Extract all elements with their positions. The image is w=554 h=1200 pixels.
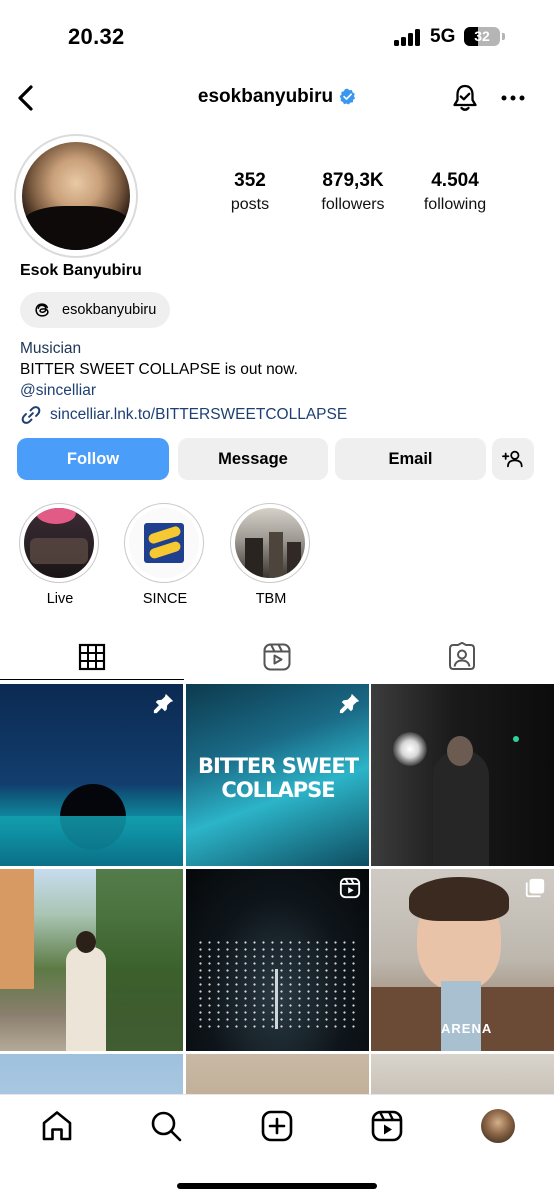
pin-icon xyxy=(153,693,174,714)
add-person-icon xyxy=(502,450,523,468)
post-tile-6-text: ARENA xyxy=(441,1021,493,1036)
following-count: 4.504 xyxy=(431,170,479,191)
profile-header: esokbanyubiru xyxy=(0,72,554,124)
highlight-tbm[interactable]: TBM xyxy=(230,503,312,607)
highlight-label: Live xyxy=(46,591,74,607)
link-icon xyxy=(21,406,41,424)
highlight-tbm-cover xyxy=(235,508,305,578)
nav-home[interactable] xyxy=(40,1109,74,1143)
post-tile-1[interactable] xyxy=(0,684,183,866)
pin-icon xyxy=(339,693,360,714)
home-indicator xyxy=(177,1183,377,1189)
grid-icon xyxy=(78,643,106,671)
network-type: 5G xyxy=(430,26,456,47)
bio-mention-link[interactable]: @sincelliar xyxy=(20,380,298,401)
tab-tagged[interactable] xyxy=(370,634,554,680)
highlight-live-cover xyxy=(24,508,94,578)
header-username: esokbanyubiru xyxy=(197,86,334,107)
post-tile-3[interactable] xyxy=(371,684,554,866)
nav-search[interactable] xyxy=(149,1109,183,1143)
posts-label: posts xyxy=(230,196,270,213)
bio-text: BITTER SWEET COLLAPSE is out now. xyxy=(20,361,298,378)
bio-link-text: sincelliar.lnk.to/BITTERSWEETCOLLAPSE xyxy=(50,406,348,423)
tab-posts-grid[interactable] xyxy=(0,634,184,680)
highlight-live[interactable]: Live xyxy=(19,503,101,607)
message-button[interactable]: Message xyxy=(178,438,328,480)
profile-bio: Musician BITTER SWEET COLLAPSE is out no… xyxy=(20,338,298,401)
status-bar: 20.32 5G 32 xyxy=(0,0,554,72)
status-time: 20.32 xyxy=(68,24,125,49)
display-name: Esok Banyubiru xyxy=(20,262,142,279)
notification-bell-icon xyxy=(453,84,477,111)
follow-button[interactable]: Follow xyxy=(17,438,169,480)
reels-icon xyxy=(263,643,291,671)
active-tab-indicator xyxy=(0,678,184,680)
search-icon xyxy=(151,1111,182,1142)
nav-profile-avatar[interactable] xyxy=(481,1109,515,1143)
reels-icon xyxy=(371,1110,403,1142)
profile-category: Musician xyxy=(20,340,82,357)
posts-grid: BITTER SWEET COLLAPSE ARENA xyxy=(0,684,554,1094)
posts-stat[interactable]: 352 posts xyxy=(190,170,310,214)
threads-handle: esokbanyubiru xyxy=(62,302,157,318)
highlight-label: SINCE xyxy=(142,591,188,607)
threads-link-chip[interactable]: esokbanyubiru xyxy=(20,292,171,328)
tagged-icon xyxy=(449,642,475,670)
following-label: following xyxy=(423,196,487,213)
post-tile-2[interactable]: BITTER SWEET COLLAPSE xyxy=(186,684,369,866)
notifications-button[interactable] xyxy=(449,82,481,114)
tab-reels[interactable] xyxy=(185,634,369,680)
posts-count: 352 xyxy=(234,170,266,191)
profile-photo xyxy=(22,142,130,250)
highlight-since[interactable]: SINCE xyxy=(124,503,206,607)
post-tile-7[interactable] xyxy=(0,1054,183,1094)
profile-tabs xyxy=(0,634,554,680)
threads-icon xyxy=(35,303,49,317)
nav-reels[interactable] xyxy=(370,1109,404,1143)
bio-external-link[interactable]: sincelliar.lnk.to/BITTERSWEETCOLLAPSE xyxy=(20,404,347,426)
suggest-people-button[interactable] xyxy=(492,438,534,480)
post-tile-4[interactable] xyxy=(0,869,183,1051)
verified-badge-icon xyxy=(339,88,356,105)
email-button[interactable]: Email xyxy=(335,438,486,480)
highlight-label: TBM xyxy=(255,591,287,607)
highlight-since-cover xyxy=(129,508,199,578)
create-icon xyxy=(261,1110,293,1142)
battery-icon: 32 xyxy=(464,27,500,46)
following-stat[interactable]: 4.504 following xyxy=(395,170,515,214)
post-tile-9[interactable] xyxy=(371,1054,554,1094)
battery-percent: 32 xyxy=(474,28,490,44)
post-tile-2-text: BITTER SWEET COLLAPSE xyxy=(197,754,359,802)
post-tile-5[interactable] xyxy=(186,869,369,1051)
home-icon xyxy=(42,1111,72,1141)
more-options-button[interactable] xyxy=(498,86,528,110)
cellular-signal-icon xyxy=(394,28,422,46)
nav-create[interactable] xyxy=(260,1109,294,1143)
more-horizontal-icon xyxy=(501,95,525,101)
post-tile-6[interactable]: ARENA xyxy=(371,869,554,1051)
post-tile-8[interactable] xyxy=(186,1054,369,1094)
battery-tip xyxy=(502,33,505,40)
reel-icon xyxy=(339,877,361,899)
carousel-icon xyxy=(525,878,545,898)
profile-avatar[interactable] xyxy=(14,134,138,258)
